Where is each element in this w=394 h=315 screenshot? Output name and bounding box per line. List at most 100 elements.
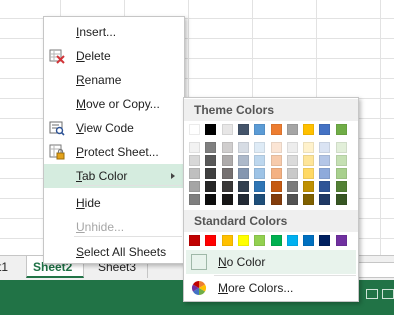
theme-shade-swatch[interactable] [221,142,233,153]
standard-color-swatch[interactable] [205,235,217,246]
theme-shade-swatch[interactable] [205,181,217,192]
tab-color-submenu: Theme Colors Standard Colors No Color Mo… [183,97,359,302]
theme-shade-swatch[interactable] [270,194,282,205]
theme-shade-swatch[interactable] [237,155,249,166]
more-colors-option[interactable]: More Colors... [186,276,356,300]
standard-color-swatch[interactable] [319,235,331,246]
page-layout-view-icon[interactable] [382,289,394,299]
theme-shade-swatch[interactable] [221,155,233,166]
theme-shade-swatch[interactable] [189,194,200,205]
theme-shade-swatch[interactable] [335,168,347,179]
theme-shade-swatch[interactable] [254,181,266,192]
more-colors-label: More Colors... [218,281,294,295]
theme-shade-swatch[interactable] [270,168,282,179]
theme-shade-swatch[interactable] [319,142,331,153]
theme-shade-swatch[interactable] [254,142,266,153]
standard-color-swatch[interactable] [237,235,249,246]
theme-shade-swatch[interactable] [270,142,282,153]
theme-shade-swatch[interactable] [286,168,298,179]
theme-shade-swatch[interactable] [189,155,200,166]
menu-item-hide[interactable]: Hide [44,191,184,215]
menu-item-delete[interactable]: Delete [44,44,184,68]
standard-color-swatch[interactable] [270,235,282,246]
theme-shade-swatch[interactable] [319,168,331,179]
theme-shade-swatch[interactable] [254,155,266,166]
theme-shade-swatch[interactable] [286,181,298,192]
theme-shade-swatch[interactable] [189,168,200,179]
theme-shade-swatch[interactable] [335,155,347,166]
color-wheel-icon [191,280,207,296]
standard-color-swatch[interactable] [303,235,315,246]
horizontal-scrollbar[interactable] [356,262,394,278]
theme-shade-swatch[interactable] [189,142,200,153]
menu-item-move-or-copy[interactable]: Move or Copy... [44,92,184,116]
theme-shade-swatch[interactable] [303,142,315,153]
theme-shade-swatch[interactable] [254,168,266,179]
theme-shade-swatch[interactable] [335,194,347,205]
theme-shade-swatch[interactable] [319,194,331,205]
theme-shade-swatch[interactable] [254,194,266,205]
theme-shade-swatch[interactable] [189,181,200,192]
theme-shade-swatch[interactable] [286,155,298,166]
no-color-label: No Color [218,255,266,269]
theme-shade-swatch[interactable] [303,168,315,179]
theme-shade-swatch[interactable] [237,194,249,205]
protect-sheet-icon [49,144,65,160]
theme-shade-swatch[interactable] [205,194,217,205]
standard-color-swatch[interactable] [286,235,298,246]
theme-shade-swatch[interactable] [303,181,315,192]
menu-item-label: Insert... [76,25,117,39]
theme-color-swatch[interactable] [221,124,233,135]
theme-color-swatch[interactable] [335,124,347,135]
theme-shade-swatch[interactable] [270,181,282,192]
menu-item-rename[interactable]: Rename [44,68,184,92]
standard-color-swatch[interactable] [254,235,266,246]
theme-color-swatch[interactable] [254,124,266,135]
theme-shade-swatch[interactable] [270,155,282,166]
theme-shade-swatch[interactable] [335,142,347,153]
standard-color-swatch[interactable] [335,235,347,246]
normal-view-icon[interactable] [366,289,378,299]
theme-color-swatch[interactable] [319,124,331,135]
standard-colors-header: Standard Colors [184,210,358,232]
no-color-option[interactable]: No Color [186,250,356,274]
menu-item-view-code[interactable]: View Code [44,116,184,140]
menu-item-label: View Code [76,121,134,135]
menu-item-select-all-sheets[interactable]: Select All Sheets [44,240,184,264]
standard-color-swatch[interactable] [189,235,200,246]
menu-item-protect-sheet[interactable]: Protect Sheet... [44,140,184,164]
theme-shade-swatch[interactable] [221,181,233,192]
theme-shade-swatch[interactable] [286,194,298,205]
theme-shade-swatch[interactable] [303,155,315,166]
theme-color-swatch[interactable] [303,124,315,135]
menu-item-label: Delete [76,49,111,63]
theme-shade-swatch[interactable] [221,168,233,179]
menu-item-label: Protect Sheet... [76,145,159,159]
theme-shade-swatch[interactable] [319,181,331,192]
view-code-icon [49,120,65,136]
theme-shade-swatch[interactable] [205,142,217,153]
delete-sheet-icon [49,48,65,64]
theme-shade-swatch[interactable] [205,168,217,179]
theme-color-swatch[interactable] [189,124,200,135]
theme-shade-swatch[interactable] [286,142,298,153]
theme-shade-swatch[interactable] [205,155,217,166]
theme-color-swatch[interactable] [286,124,298,135]
theme-colors-header: Theme Colors [184,99,358,121]
theme-shade-swatch[interactable] [303,194,315,205]
theme-shade-swatch[interactable] [221,194,233,205]
theme-shade-swatch[interactable] [319,155,331,166]
theme-shade-swatch[interactable] [237,168,249,179]
standard-color-swatch[interactable] [221,235,233,246]
sheet-tab-sheet1[interactable]: t1 [0,256,12,278]
theme-color-swatch[interactable] [205,124,217,135]
theme-color-swatch[interactable] [237,124,249,135]
menu-item-insert[interactable]: Insert... [44,20,184,44]
theme-shade-swatch[interactable] [237,181,249,192]
no-color-icon [191,254,207,270]
menu-item-label: Move or Copy... [76,97,160,111]
theme-color-swatch[interactable] [270,124,282,135]
menu-separator [74,236,182,237]
theme-shade-swatch[interactable] [237,142,249,153]
theme-shade-swatch[interactable] [335,181,347,192]
